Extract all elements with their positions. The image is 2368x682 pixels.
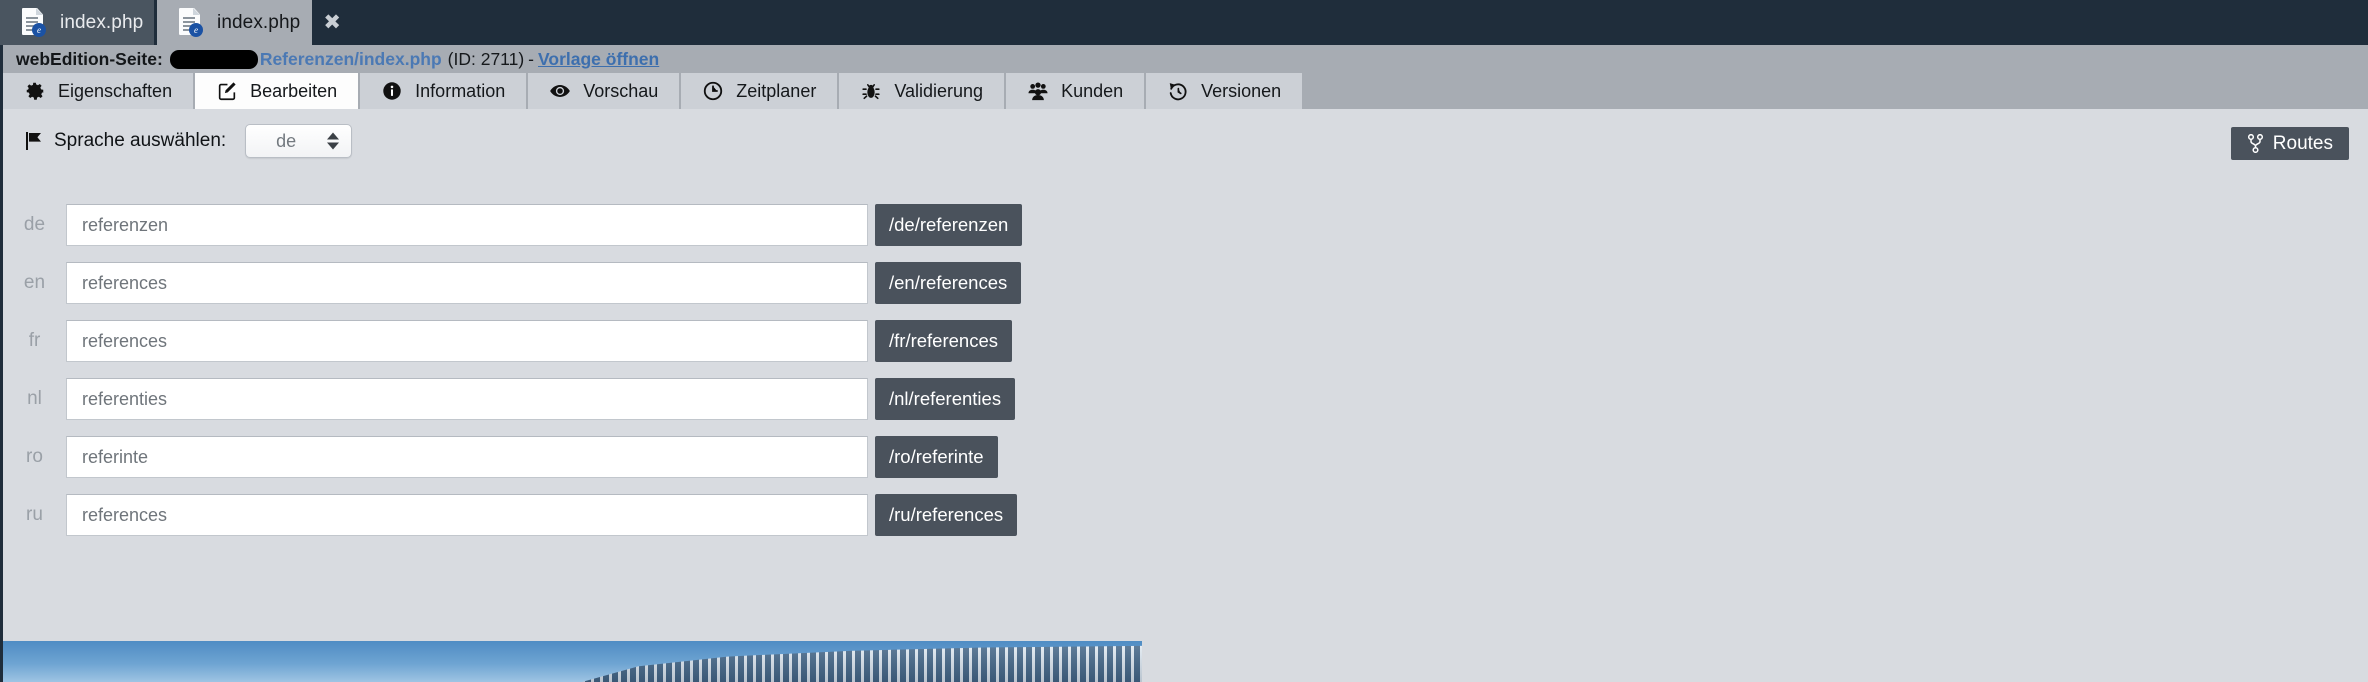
open-template-link[interactable]: Vorlage öffnen	[538, 49, 659, 70]
route-slug-value: references	[82, 330, 168, 351]
route-slug-value: references	[82, 272, 168, 293]
tab-validierung[interactable]: Validierung	[839, 73, 1007, 109]
language-selector-label: Sprache auswählen:	[54, 130, 227, 151]
row-language-label: ru	[26, 504, 43, 525]
tab-zeitplaner[interactable]: Zeitplaner	[681, 73, 840, 109]
php-file-icon: e	[179, 8, 204, 37]
breadcrumb: webEdition-Seite: Referenzen/index.php (…	[0, 45, 2368, 73]
table-row: de referenzen /de/referenzen	[3, 196, 2368, 254]
info-icon	[383, 82, 401, 100]
webedition-application-window: e index.php ✖ e index.php ✖ webEdition-S…	[0, 0, 2368, 682]
routes-button[interactable]: Routes	[2230, 127, 2349, 160]
language-select-value: de	[276, 130, 297, 151]
route-slug-value: referenties	[82, 388, 168, 409]
eye-icon	[550, 85, 571, 97]
tab-zeitplaner-label: Zeitplaner	[736, 81, 817, 101]
tab-bearbeiten[interactable]: Bearbeiten	[195, 73, 361, 109]
table-row: ro referinte /ro/referinte	[3, 428, 2368, 486]
language-selector-bar: Sprache auswählen: de	[0, 109, 2368, 173]
tab-kunden[interactable]: Kunden	[1006, 73, 1147, 109]
route-path-value: /nl/referenties	[889, 388, 1002, 409]
tab-eigenschaften-label: Eigenschaften	[58, 81, 173, 101]
language-select[interactable]: de	[245, 124, 353, 158]
tab-eigenschaften[interactable]: Eigenschaften	[3, 73, 196, 109]
building-shading	[582, 645, 1142, 682]
tab-bearbeiten-label: Bearbeiten	[250, 81, 338, 101]
route-path-badge[interactable]: /en/references	[875, 262, 1022, 304]
route-path-badge[interactable]: /ru/references	[875, 494, 1018, 536]
tab-vorschau-label: Vorschau	[583, 81, 659, 101]
window-left-edge	[0, 641, 3, 682]
section-tab-bar: Eigenschaften Bearbeiten Information Vor…	[0, 73, 2368, 109]
route-slug-value: referenzen	[82, 214, 169, 235]
route-path-badge[interactable]: /fr/references	[875, 320, 1012, 362]
tab-vorschau[interactable]: Vorschau	[528, 73, 682, 109]
route-slug-input[interactable]: referenzen	[66, 204, 868, 246]
chevron-updown-icon	[327, 132, 340, 150]
close-icon[interactable]: ✖	[313, 12, 341, 33]
route-slug-value: referinte	[82, 446, 149, 467]
table-row: nl referenties /nl/referenties	[3, 370, 2368, 428]
bug-icon	[862, 83, 880, 100]
routes-button-label: Routes	[2272, 132, 2333, 154]
tab-validierung-label: Validierung	[894, 81, 984, 101]
page-background-filler	[1142, 641, 2368, 682]
row-language-label: de	[23, 214, 46, 235]
tab-information-label: Information	[415, 81, 506, 101]
routes-editor-pane: de referenzen /de/referenzen en referenc…	[0, 173, 2368, 641]
route-slug-input[interactable]: referenties	[66, 378, 868, 420]
route-path-value: /de/referenzen	[889, 214, 1009, 235]
tab-kunden-label: Kunden	[1061, 81, 1124, 101]
route-slug-input[interactable]: references	[66, 320, 868, 362]
route-slug-input[interactable]: references	[66, 494, 868, 536]
tab-information[interactable]: Information	[360, 73, 529, 109]
language-selector-group: Sprache auswählen:	[25, 130, 226, 152]
route-path-badge[interactable]: /de/referenzen	[875, 204, 1023, 246]
document-tab-2-title: index.php	[217, 11, 301, 33]
table-row: ru references /ru/references	[3, 486, 2368, 544]
tab-versionen[interactable]: Versionen	[1146, 73, 1305, 109]
document-tab-1-title: index.php	[60, 11, 144, 33]
php-file-icon: e	[22, 8, 47, 37]
clock-icon	[704, 81, 723, 101]
routes-row-list: de referenzen /de/referenzen en referenc…	[3, 173, 2368, 544]
row-language-label: en	[23, 272, 46, 293]
tab-versionen-label: Versionen	[1201, 81, 1282, 101]
page-preview-photo	[3, 641, 1142, 682]
code-branch-icon	[2247, 134, 2263, 153]
breadcrumb-document-id: (ID: 2711)	[447, 48, 525, 69]
users-icon	[1028, 82, 1048, 101]
route-slug-input[interactable]: references	[66, 262, 868, 304]
route-path-badge[interactable]: /ro/referinte	[875, 436, 998, 478]
redacted-block	[169, 49, 258, 69]
history-icon	[1169, 83, 1187, 101]
breadcrumb-separator: -	[528, 48, 534, 69]
table-row: en references /en/references	[3, 254, 2368, 312]
document-tab-1[interactable]: e index.php ✖	[0, 0, 184, 45]
route-path-badge[interactable]: /nl/referenties	[875, 378, 1016, 420]
route-path-value: /en/references	[889, 272, 1008, 293]
breadcrumb-document-path[interactable]: Referenzen/index.php	[260, 49, 442, 70]
edit-icon	[218, 82, 236, 101]
route-path-value: /ro/referinte	[889, 446, 984, 467]
table-row: fr references /fr/references	[3, 312, 2368, 370]
route-path-value: /ru/references	[889, 504, 1004, 525]
route-slug-value: references	[82, 504, 168, 525]
browser-tab-strip: e index.php ✖ e index.php ✖	[0, 0, 2368, 45]
gear-icon	[26, 82, 45, 100]
row-language-label: nl	[27, 388, 42, 409]
breadcrumb-prefix-label: webEdition-Seite:	[16, 48, 163, 69]
flag-icon	[26, 132, 41, 150]
document-tab-2[interactable]: e index.php ✖	[157, 0, 341, 45]
route-path-value: /fr/references	[889, 330, 998, 351]
route-slug-input[interactable]: referinte	[66, 436, 868, 478]
row-language-label: ro	[26, 446, 43, 467]
row-language-label: fr	[28, 330, 41, 351]
